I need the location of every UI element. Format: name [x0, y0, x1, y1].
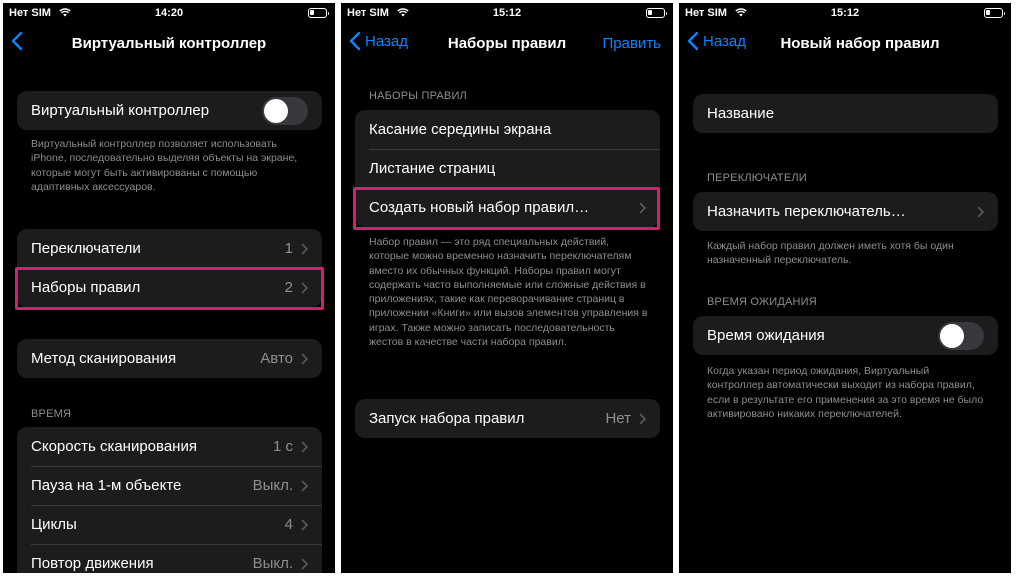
loops-label: Циклы	[31, 516, 77, 533]
navigation-bar: Назад Наборы правил Править	[341, 29, 673, 59]
move-repeat-row[interactable]: Повтор движения Выкл.	[17, 544, 322, 573]
scan-method-value: Авто	[260, 350, 293, 367]
assign-switch-group: Назначить переключатель…	[693, 192, 998, 231]
first-item-pause-value: Выкл.	[252, 477, 293, 494]
chevron-right-icon	[301, 518, 308, 531]
name-row[interactable]: Название	[693, 94, 998, 133]
launch-recipe-group: Запуск набора правил Нет	[355, 399, 660, 438]
recipes-row[interactable]: Наборы правил 2	[17, 268, 322, 307]
switches-recipes-group: Переключатели 1 Наборы правил 2	[17, 229, 322, 307]
scan-method-label: Метод сканирования	[31, 350, 177, 367]
chevron-right-icon	[301, 440, 308, 453]
timeout-description: Когда указан период ожидания, Виртуальны…	[707, 365, 984, 420]
scan-speed-value: 1 с	[272, 438, 293, 455]
recipes-description: Набор правил — это ряд специальных дейст…	[369, 236, 648, 349]
chevron-right-icon	[301, 352, 308, 365]
switches-section-header: ПЕРЕКЛЮЧАТЕЛИ	[707, 172, 807, 184]
first-item-pause-label: Пауза на 1-м объекте	[31, 477, 182, 494]
virtual-controller-toggle[interactable]	[262, 96, 308, 125]
screen-virtual-controller: Нет SIM 14:20 Виртуальный контроллер Вир…	[3, 3, 335, 573]
battery-icon	[984, 8, 1005, 18]
timeout-label: Время ожидания	[707, 327, 825, 344]
chevron-right-icon	[977, 205, 984, 218]
screen-recipes: Нет SIM 15:12 Назад Наборы правил Правит…	[341, 3, 673, 573]
loops-value: 4	[284, 516, 293, 533]
launch-recipe-label: Запуск набора правил	[369, 410, 525, 427]
switches-label: Переключатели	[31, 240, 141, 257]
assign-switch-row[interactable]: Назначить переключатель…	[693, 192, 998, 231]
timeout-toggle[interactable]	[938, 321, 984, 350]
launch-recipe-row[interactable]: Запуск набора правил Нет	[355, 399, 660, 438]
create-recipe-row[interactable]: Создать новый набор правил…	[355, 188, 660, 227]
chevron-right-icon	[301, 479, 308, 492]
status-bar: Нет SIM 15:12	[341, 3, 673, 23]
status-time: 14:20	[154, 7, 184, 19]
scan-method-row[interactable]: Метод сканирования Авто	[17, 339, 322, 378]
name-label: Название	[707, 105, 775, 122]
navigation-bar: Назад Новый набор правил	[679, 29, 1011, 59]
chevron-right-icon	[639, 412, 646, 425]
timeout-group: Время ожидания	[693, 316, 998, 355]
recipe-label: Листание страниц	[369, 160, 496, 177]
loops-row[interactable]: Циклы 4	[17, 505, 322, 544]
status-bar: Нет SIM 15:12	[679, 3, 1011, 23]
navigation-bar: Виртуальный контроллер	[3, 29, 335, 59]
move-repeat-value: Выкл.	[252, 555, 293, 572]
time-group: Скорость сканирования 1 с Пауза на 1-м о…	[17, 427, 322, 573]
virtual-controller-label: Виртуальный контроллер	[31, 102, 210, 119]
time-section-header: ВРЕМЯ	[31, 408, 72, 420]
chevron-right-icon	[301, 242, 308, 255]
name-group: Название	[693, 94, 998, 133]
edit-button[interactable]: Править	[603, 35, 662, 52]
scan-method-group: Метод сканирования Авто	[17, 339, 322, 378]
assign-switch-label: Назначить переключатель…	[707, 203, 906, 220]
virtual-controller-row: Виртуальный контроллер	[17, 91, 322, 130]
recipe-label: Касание середины экрана	[369, 121, 552, 138]
virtual-controller-description: Виртуальный контроллер позволяет использ…	[31, 138, 298, 193]
launch-recipe-value: Нет	[605, 410, 631, 427]
recipes-section-header: НАБОРЫ ПРАВИЛ	[369, 90, 467, 102]
switches-row[interactable]: Переключатели 1	[17, 229, 322, 268]
page-title: Новый набор правил	[780, 35, 940, 52]
recipes-list: Касание середины экрана Листание страниц…	[355, 110, 660, 227]
create-recipe-label: Создать новый набор правил…	[369, 199, 590, 216]
status-bar: Нет SIM 14:20	[3, 3, 335, 23]
battery-icon	[646, 8, 667, 18]
assign-switch-description: Каждый набор правил должен иметь хотя бы…	[707, 240, 954, 267]
page-title: Виртуальный контроллер	[71, 35, 267, 52]
switches-count: 1	[284, 240, 293, 257]
screen-new-recipe: Нет SIM 15:12 Назад Новый набор правил Н…	[679, 3, 1011, 573]
timeout-section-header: ВРЕМЯ ОЖИДАНИЯ	[707, 296, 817, 308]
recipe-tap-middle-row[interactable]: Касание середины экрана	[355, 110, 660, 149]
recipes-label: Наборы правил	[31, 279, 141, 296]
status-time: 15:12	[830, 7, 860, 19]
battery-icon	[308, 8, 329, 18]
chevron-right-icon	[301, 281, 308, 294]
scan-speed-label: Скорость сканирования	[31, 438, 197, 455]
move-repeat-label: Повтор движения	[31, 555, 154, 572]
first-item-pause-row[interactable]: Пауза на 1-м объекте Выкл.	[17, 466, 322, 505]
virtual-controller-group: Виртуальный контроллер	[17, 91, 322, 130]
status-time: 15:12	[492, 7, 522, 19]
chevron-right-icon	[301, 557, 308, 570]
timeout-row: Время ожидания	[693, 316, 998, 355]
scan-speed-row[interactable]: Скорость сканирования 1 с	[17, 427, 322, 466]
recipes-count: 2	[284, 279, 293, 296]
recipe-turn-pages-row[interactable]: Листание страниц	[355, 149, 660, 188]
chevron-right-icon	[639, 201, 646, 214]
